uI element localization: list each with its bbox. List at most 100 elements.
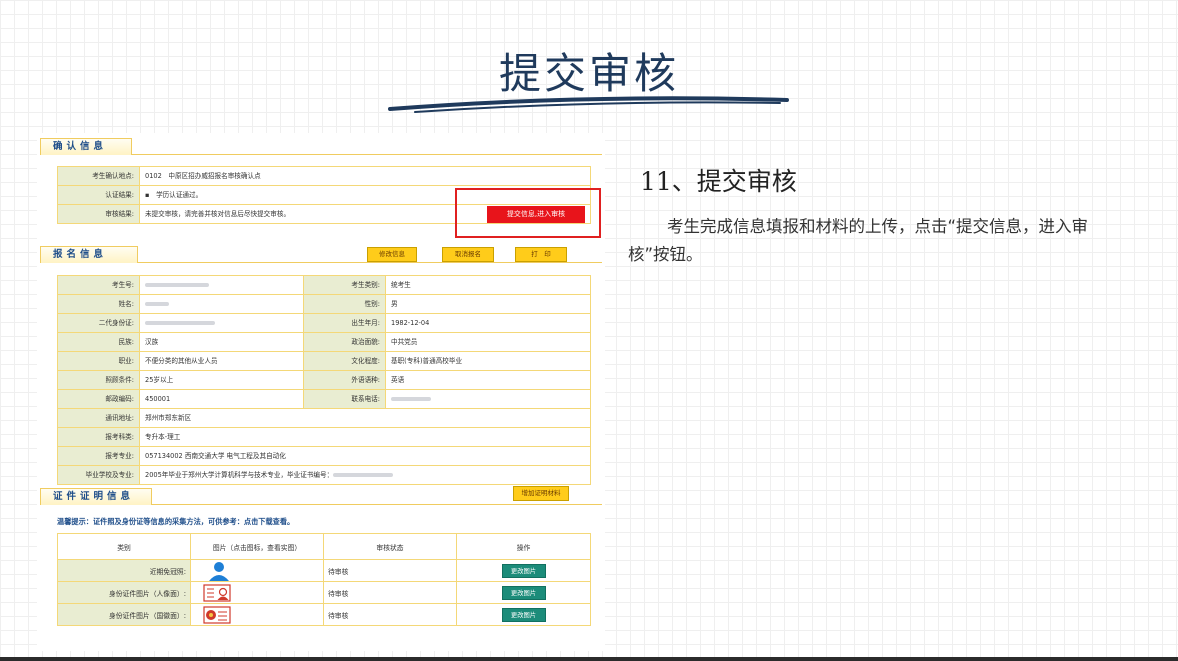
- status-cell: 待审核: [323, 603, 457, 626]
- table-row: 职业: 不便分类的其他从业人员 文化程度: 基职(专科)普通高校毕业: [57, 351, 591, 371]
- exam-id-value: [139, 275, 304, 295]
- exam-category-value: 专升本-理工: [139, 427, 591, 447]
- graduation-value: 2005年毕业于郑州大学计算机科学与技术专业，毕业证书编号：: [145, 471, 334, 479]
- education-value: 基职(专科)普通高校毕业: [385, 351, 591, 371]
- tip-download-link[interactable]: 证件照及身份证等信息的采集方法，可供参考：点击下载查看。: [93, 517, 294, 526]
- political-status-value: 中共党员: [385, 332, 591, 352]
- column-header: 审核状态: [323, 533, 457, 560]
- name-label: 姓名:: [57, 294, 140, 314]
- exam-id-label: 考生号:: [57, 275, 140, 295]
- confirm-section-header: 确认信息: [40, 136, 602, 155]
- redacted-name: [145, 302, 169, 306]
- table-row: 姓名: 性别: 男: [57, 294, 591, 314]
- table-row: 考生号: 考生类别: 统考生: [57, 275, 591, 295]
- redacted-exam-id: [145, 283, 209, 287]
- gender-label: 性别:: [303, 294, 386, 314]
- confirm-location-value: 0102 中原区招办威招报名审核确认点: [139, 166, 591, 186]
- major-value: 057134002 西南交通大学 电气工程及其自动化: [139, 446, 591, 466]
- category-cell: 身份证件图片（人像面）:: [57, 581, 191, 604]
- action-cell: 更改图片: [456, 581, 591, 604]
- postal-code-value: 450001: [139, 389, 304, 409]
- redacted-id-card: [145, 321, 215, 325]
- candidate-type-label: 考生类别:: [303, 275, 386, 295]
- edit-info-button[interactable]: 修改信息: [367, 247, 417, 262]
- redacted-phone: [391, 397, 431, 401]
- id-card-emblem-icon[interactable]: [203, 605, 231, 624]
- table-row: 考生确认地点: 0102 中原区招办威招报名审核确认点: [57, 166, 591, 186]
- table-row: 报考科类: 专升本-理工: [57, 427, 591, 447]
- step-title: 11、提交审核: [640, 167, 797, 196]
- category-cell: 身份证件图片（国徽面）:: [57, 603, 191, 626]
- graduation-cell: 2005年毕业于郑州大学计算机科学与技术专业，毕业证书编号：: [139, 465, 591, 485]
- ethnicity-label: 民族:: [57, 332, 140, 352]
- action-cell: 更改图片: [456, 559, 591, 582]
- certificates-table: 类别 图片（点击图标，查看实图） 审核状态 操作 近期免冠照: 待审核 更改图片…: [57, 533, 591, 626]
- birth-date-label: 出生年月:: [303, 313, 386, 333]
- change-image-button[interactable]: 更改图片: [501, 607, 546, 622]
- add-proof-button[interactable]: 增加证明材料: [513, 486, 569, 501]
- redacted-certificate-number: [333, 473, 394, 477]
- action-cell: 更改图片: [456, 603, 591, 626]
- table-row: 身份证件图片（国徽面）: 待审核 更改图片: [57, 603, 591, 626]
- phone-label: 联系电话:: [303, 389, 386, 409]
- occupation-label: 职业:: [57, 351, 140, 371]
- cancel-registration-button[interactable]: 取消报名: [442, 247, 494, 262]
- care-condition-value: 25岁以上: [139, 370, 304, 390]
- column-header: 类别: [57, 533, 191, 560]
- photo-cell: [190, 581, 324, 604]
- print-button[interactable]: 打 印: [515, 247, 567, 262]
- id-card-portrait-icon[interactable]: [203, 583, 231, 602]
- confirm-location-label: 考生确认地点:: [57, 166, 140, 186]
- major-label: 报考专业:: [57, 446, 140, 466]
- address-label: 通讯地址:: [57, 408, 140, 428]
- table-header-row: 类别 图片（点击图标，查看实图） 审核状态 操作: [57, 533, 591, 560]
- gender-value: 男: [385, 294, 591, 314]
- graduation-label: 毕业学校及专业:: [57, 465, 140, 485]
- confirm-section-title: 确认信息: [40, 138, 132, 155]
- change-image-button[interactable]: 更改图片: [501, 563, 546, 578]
- table-row: 通讯地址: 郑州市郑东新区: [57, 408, 591, 428]
- table-row: 报考专业: 057134002 西南交通大学 电气工程及其自动化: [57, 446, 591, 466]
- tip-line: 温馨提示：证件照及身份证等信息的采集方法，可供参考：点击下载查看。: [57, 517, 294, 527]
- name-value: [139, 294, 304, 314]
- birth-date-value: 1982-12-04: [385, 313, 591, 333]
- registration-section-title: 报名信息: [40, 246, 138, 263]
- person-avatar-icon[interactable]: [207, 561, 231, 581]
- column-header: 操作: [456, 533, 591, 560]
- photo-cell: [190, 559, 324, 582]
- step-description: 考生完成信息填报和材料的上传，点击“提交信息，进入审核”按钮。: [628, 217, 1089, 264]
- photo-cell: [190, 603, 324, 626]
- occupation-value: 不便分类的其他从业人员: [139, 351, 304, 371]
- change-image-button[interactable]: 更改图片: [501, 585, 546, 600]
- bottom-bar: [0, 657, 1178, 661]
- candidate-type-value: 统考生: [385, 275, 591, 295]
- review-result-label: 审核结果:: [57, 204, 140, 224]
- highlight-box: [455, 188, 601, 238]
- registration-table: 考生号: 考生类别: 统考生 姓名: 性别: 男 二代身份证: 出生年月: 19…: [57, 275, 591, 485]
- auth-result-label: 认证结果:: [57, 185, 140, 205]
- table-row: 邮政编码: 450001 联系电话:: [57, 389, 591, 409]
- education-label: 文化程度:: [303, 351, 386, 371]
- phone-value: [385, 389, 591, 409]
- table-row: 二代身份证: 出生年月: 1982-12-04: [57, 313, 591, 333]
- table-row: 民族: 汉族 政治面貌: 中共党员: [57, 332, 591, 352]
- certificates-section-title: 证件证明信息: [40, 488, 152, 505]
- ethnicity-value: 汉族: [139, 332, 304, 352]
- postal-code-label: 邮政编码:: [57, 389, 140, 409]
- status-cell: 待审核: [323, 559, 457, 582]
- table-row: 近期免冠照: 待审核 更改图片: [57, 559, 591, 582]
- table-row: 身份证件图片（人像面）: 待审核 更改图片: [57, 581, 591, 604]
- category-cell: 近期免冠照:: [57, 559, 191, 582]
- care-condition-label: 照顾条件:: [57, 370, 140, 390]
- foreign-language-label: 外语语种:: [303, 370, 386, 390]
- registration-screenshot: 确认信息 考生确认地点: 0102 中原区招办威招报名审核确认点 认证结果: ▪…: [37, 133, 605, 651]
- table-row: 照顾条件: 25岁以上 外语语种: 英语: [57, 370, 591, 390]
- title-underline: [388, 96, 789, 113]
- status-cell: 待审核: [323, 581, 457, 604]
- table-row: 毕业学校及专业: 2005年毕业于郑州大学计算机科学与技术专业，毕业证书编号：: [57, 465, 591, 485]
- foreign-language-value: 英语: [385, 370, 591, 390]
- political-status-label: 政治面貌:: [303, 332, 386, 352]
- id-card-value: [139, 313, 304, 333]
- id-card-label: 二代身份证:: [57, 313, 140, 333]
- address-value: 郑州市郑东新区: [139, 408, 591, 428]
